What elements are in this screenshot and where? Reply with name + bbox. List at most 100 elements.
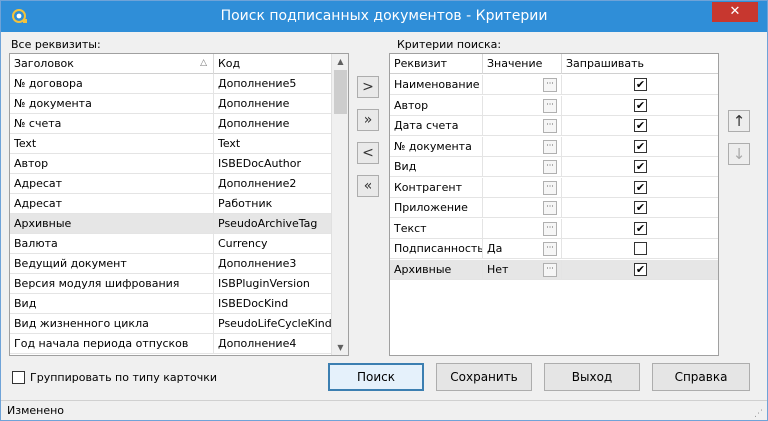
criteria-row[interactable]: Контрагент ··· ✔ xyxy=(390,177,718,198)
status-text: Изменено xyxy=(7,404,65,417)
all-fields-grid[interactable]: Заголовок △ Код № договора Дополнение5 № д… xyxy=(9,53,349,356)
all-fields-row[interactable]: Автор ISBEDocAuthor xyxy=(10,154,332,174)
move-down-button[interactable]: ↓ xyxy=(728,143,750,165)
column-header-title[interactable]: Заголовок △ xyxy=(10,54,214,74)
criteria-row[interactable]: Подписанность Да ··· xyxy=(390,239,718,259)
field-code-cell: ISBEDocAuthor xyxy=(214,154,332,174)
column-header-code[interactable]: Код xyxy=(214,54,332,74)
criteria-value-cell[interactable]: ··· xyxy=(483,218,562,239)
remove-all-fields-button[interactable]: « xyxy=(357,175,379,197)
field-code-cell: Currency xyxy=(214,234,332,254)
scroll-down-icon[interactable]: ▼ xyxy=(336,343,345,352)
criteria-value-cell[interactable]: ··· xyxy=(483,198,562,218)
help-button[interactable]: Справка xyxy=(652,363,750,391)
save-button[interactable]: Сохранить xyxy=(436,363,532,391)
ellipsis-button[interactable]: ··· xyxy=(543,139,557,154)
ellipsis-button[interactable]: ··· xyxy=(543,180,557,195)
ellipsis-button[interactable]: ··· xyxy=(543,98,557,113)
ask-checkbox[interactable] xyxy=(634,242,647,255)
all-fields-row[interactable]: Вид ISBEDocKind xyxy=(10,294,332,314)
criteria-header: Реквизит Значение Запрашивать xyxy=(390,54,718,74)
add-all-fields-button[interactable]: » xyxy=(357,109,379,131)
criteria-row[interactable]: Автор ··· ✔ xyxy=(390,95,718,116)
criteria-row[interactable]: Наименование ··· ✔ xyxy=(390,75,718,95)
all-fields-row[interactable]: Text Text xyxy=(10,134,332,154)
scroll-up-icon[interactable]: ▲ xyxy=(336,57,345,66)
all-fields-row[interactable]: Валюта Currency xyxy=(10,234,332,254)
criteria-ask-cell: ✔ xyxy=(562,157,718,177)
move-up-button[interactable]: ↑ xyxy=(728,110,750,132)
ask-checkbox[interactable]: ✔ xyxy=(634,139,647,153)
ellipsis-button[interactable]: ··· xyxy=(543,201,557,215)
criteria-value-cell[interactable]: Нет ··· xyxy=(483,259,562,280)
criteria-row[interactable]: Текст ··· ✔ xyxy=(390,218,718,239)
ask-checkbox[interactable]: ✔ xyxy=(634,221,647,235)
all-fields-row[interactable]: Архивные PseudoArchiveTag xyxy=(10,214,332,234)
ellipsis-button[interactable]: ··· xyxy=(543,160,557,174)
criteria-field-cell: Контрагент xyxy=(390,177,483,198)
ellipsis-button[interactable]: ··· xyxy=(543,78,557,92)
criteria-row[interactable]: Вид ··· ✔ xyxy=(390,157,718,177)
all-fields-row[interactable]: № договора Дополнение5 xyxy=(10,74,332,94)
field-title-cell: № счета xyxy=(10,114,214,134)
field-title-cell: Адресат xyxy=(10,174,214,194)
criteria-field-cell: Вид xyxy=(390,157,483,177)
ask-checkbox[interactable]: ✔ xyxy=(634,201,647,214)
all-fields-row[interactable]: № счета Дополнение xyxy=(10,114,332,134)
criteria-value-cell[interactable]: ··· xyxy=(483,177,562,198)
ask-checkbox[interactable]: ✔ xyxy=(634,78,647,91)
group-by-card-type-label: Группировать по типу карточки xyxy=(30,371,218,384)
ask-checkbox[interactable]: ✔ xyxy=(634,119,647,132)
field-title-cell: Вид xyxy=(10,294,214,314)
criteria-row[interactable]: № документа ··· ✔ xyxy=(390,136,718,157)
criteria-value-cell[interactable]: ··· xyxy=(483,95,562,116)
criteria-value-cell[interactable]: ··· xyxy=(483,75,562,95)
criteria-value-cell[interactable]: ··· xyxy=(483,157,562,177)
all-fields-row[interactable]: Адресат Работник xyxy=(10,194,332,214)
column-header-ask[interactable]: Запрашивать xyxy=(562,54,718,74)
scroll-thumb[interactable] xyxy=(334,70,347,114)
criteria-row[interactable]: Приложение ··· ✔ xyxy=(390,198,718,218)
all-fields-row[interactable]: Вид жизненного цикла PseudoLifeCycleKind xyxy=(10,314,332,334)
remove-field-button[interactable]: < xyxy=(357,142,379,164)
all-fields-row[interactable]: Ведущий документ Дополнение3 xyxy=(10,254,332,274)
ellipsis-button[interactable]: ··· xyxy=(543,221,557,236)
column-header-field[interactable]: Реквизит xyxy=(390,54,483,74)
search-button[interactable]: Поиск xyxy=(328,363,424,391)
all-fields-row[interactable]: Адресат Дополнение2 xyxy=(10,174,332,194)
ellipsis-button[interactable]: ··· xyxy=(543,242,557,256)
window-title: Поиск подписанных документов - Критерии xyxy=(220,8,548,24)
criteria-grid[interactable]: Реквизит Значение Запрашивать Наименован… xyxy=(389,53,719,356)
criteria-window: Поиск подписанных документов - Критерии … xyxy=(0,0,768,421)
ask-checkbox[interactable]: ✔ xyxy=(634,180,647,194)
all-fields-scrollbar[interactable]: ▲ ▼ xyxy=(331,54,348,355)
field-code-cell: PseudoArchiveTag xyxy=(214,214,332,234)
group-by-card-type-checkbox[interactable] xyxy=(12,371,25,384)
column-header-value[interactable]: Значение xyxy=(483,54,562,74)
title-bar: Поиск подписанных документов - Критерии … xyxy=(1,1,767,32)
criteria-row[interactable]: Архивные Нет ··· ✔ xyxy=(390,259,718,280)
criteria-row[interactable]: Дата счета ··· ✔ xyxy=(390,116,718,136)
criteria-value-cell[interactable]: Да ··· xyxy=(483,239,562,259)
ellipsis-button[interactable]: ··· xyxy=(543,262,557,277)
ask-checkbox[interactable]: ✔ xyxy=(634,262,647,276)
resize-grip-icon[interactable]: ⋰ xyxy=(754,409,763,419)
ask-checkbox[interactable]: ✔ xyxy=(634,160,647,173)
criteria-value-cell[interactable]: ··· xyxy=(483,136,562,157)
criteria-value-text: Нет xyxy=(487,262,509,276)
all-fields-row[interactable]: Версия модуля шифрования ISBPluginVersion xyxy=(10,274,332,294)
all-fields-row[interactable]: № документа Дополнение xyxy=(10,94,332,114)
field-title-cell: Архивные xyxy=(10,214,214,234)
add-field-button[interactable]: > xyxy=(357,76,379,98)
criteria-value-text: Да xyxy=(487,242,503,255)
ellipsis-button[interactable]: ··· xyxy=(543,119,557,133)
field-code-cell: Дополнение5 xyxy=(214,74,332,94)
status-bar: Изменено ⋰ xyxy=(1,400,767,420)
close-button[interactable]: ✕ xyxy=(712,2,758,22)
exit-button[interactable]: Выход xyxy=(544,363,640,391)
ask-checkbox[interactable]: ✔ xyxy=(634,98,647,112)
field-title-cell: Ведущий документ xyxy=(10,254,214,274)
criteria-value-cell[interactable]: ··· xyxy=(483,116,562,136)
all-fields-row[interactable]: Год начала периода отпусков Дополнение4 xyxy=(10,334,332,354)
criteria-ask-cell: ✔ xyxy=(562,137,718,157)
